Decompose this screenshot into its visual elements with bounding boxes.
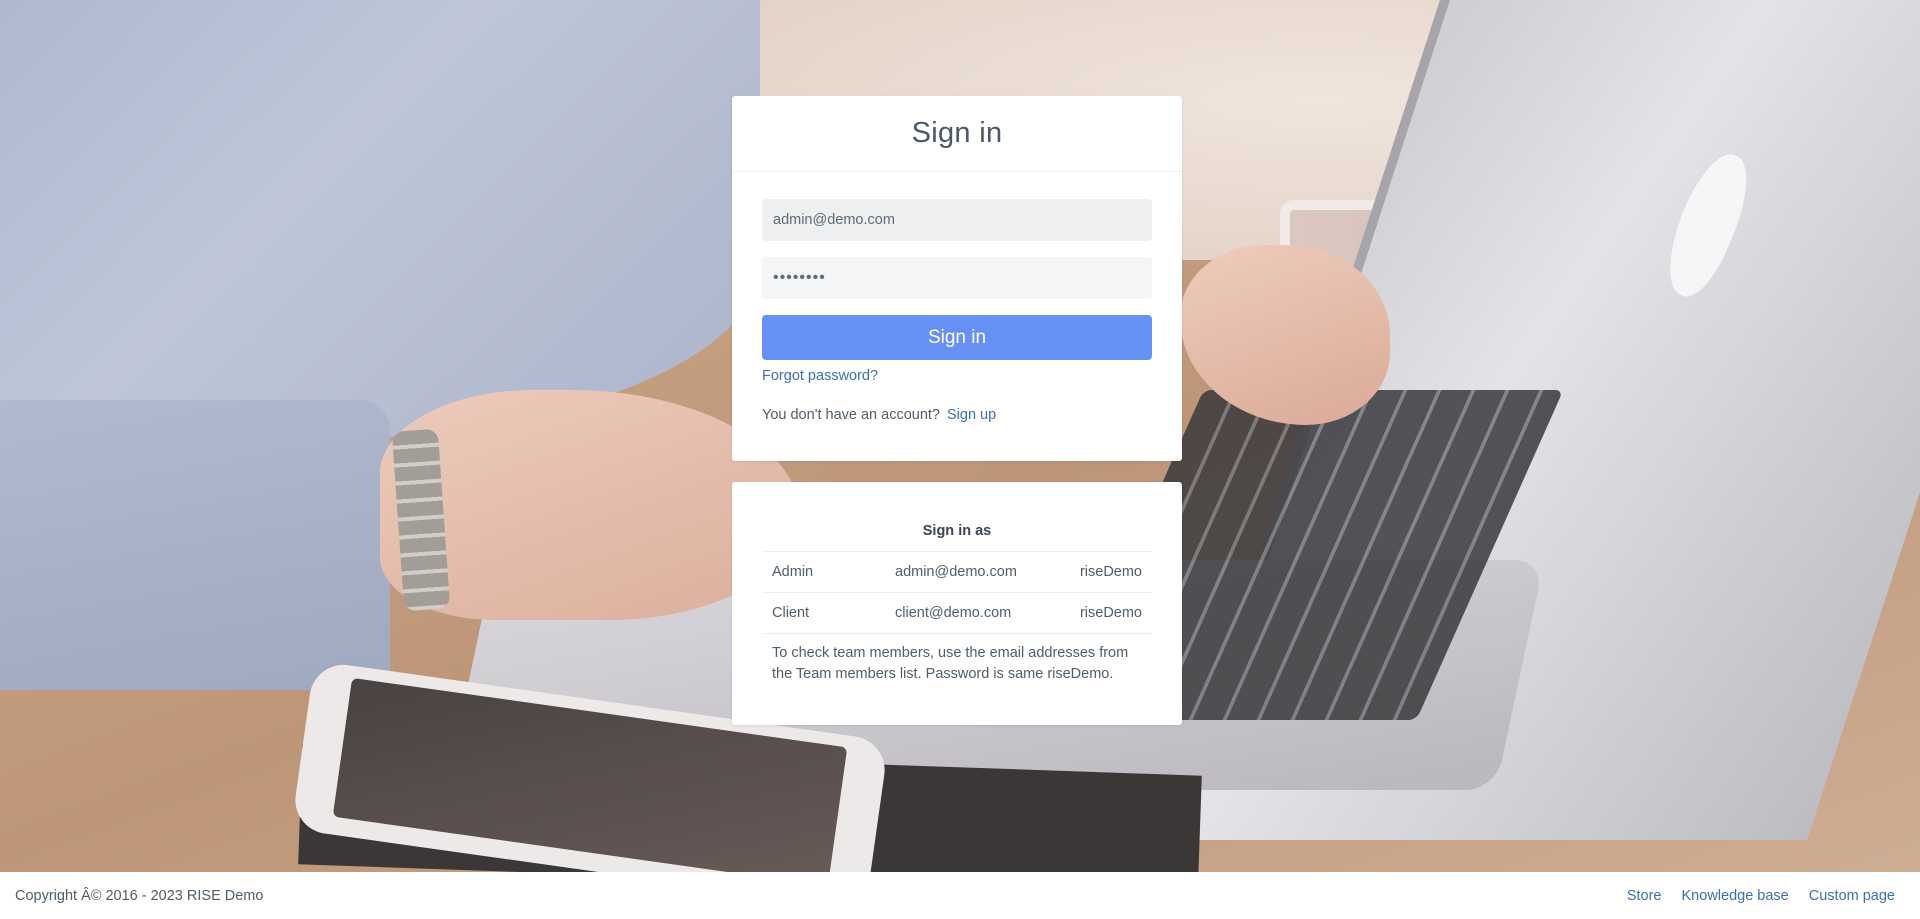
demo-accounts-note: To check team members, use the email add… <box>772 645 1129 682</box>
signup-row: You don't have an account? Sign up <box>762 407 1152 423</box>
page-footer: Copyright Â© 2016 - 2023 RISE Demo Store… <box>0 872 1920 919</box>
demo-role: Client <box>772 605 810 621</box>
demo-password: riseDemo <box>1079 564 1142 580</box>
sign-in-header: Sign in <box>732 96 1182 172</box>
no-account-text: You don't have an account? <box>762 407 940 423</box>
footer-link-store[interactable]: Store <box>1627 888 1662 904</box>
forgot-password-link[interactable]: Forgot password? <box>762 368 878 384</box>
sign-in-button[interactable]: Sign in <box>762 315 1152 360</box>
footer-link-knowledge-base[interactable]: Knowledge base <box>1682 888 1789 904</box>
demo-account-row-client[interactable]: Client client@demo.com riseDemo <box>762 593 1152 634</box>
demo-email: client@demo.com <box>895 605 1012 621</box>
demo-account-row-admin[interactable]: Admin admin@demo.com riseDemo <box>762 552 1152 593</box>
footer-links: Store Knowledge base Custom page <box>1627 888 1905 904</box>
demo-accounts-title: Sign in as <box>762 482 1152 552</box>
sign-in-card: Sign in Sign in Forgot password? You don… <box>732 96 1182 461</box>
sign-in-title: Sign in <box>911 117 1003 149</box>
demo-role: Admin <box>772 564 814 580</box>
sign-up-link[interactable]: Sign up <box>947 407 996 423</box>
demo-accounts-card: Sign in as Admin admin@demo.com riseDemo… <box>732 482 1182 725</box>
copyright-text: Copyright Â© 2016 - 2023 RISE Demo <box>15 887 264 904</box>
footer-link-custom-page[interactable]: Custom page <box>1809 888 1895 904</box>
email-field[interactable] <box>762 199 1152 241</box>
demo-password: riseDemo <box>1079 605 1142 621</box>
demo-email: admin@demo.com <box>895 564 1017 580</box>
password-field[interactable] <box>762 257 1152 299</box>
sign-in-form: Sign in Forgot password? You don't have … <box>732 172 1182 423</box>
